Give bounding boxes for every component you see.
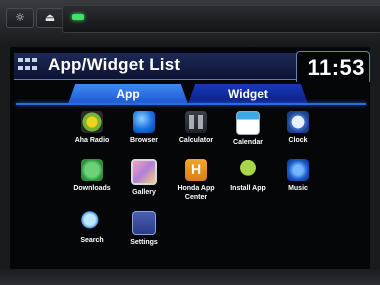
calculator-icon xyxy=(185,111,207,133)
calendar-icon xyxy=(236,111,260,135)
tab-widget[interactable]: Widget xyxy=(188,84,308,104)
honda-app-center-icon xyxy=(185,159,207,181)
eject-button[interactable]: ⏏ xyxy=(36,8,64,28)
app-label: Honda App Center xyxy=(177,185,215,201)
install-app-icon xyxy=(237,159,259,181)
page-title: App/Widget List xyxy=(48,55,181,74)
app-label: Music xyxy=(288,185,308,192)
app-grid: Aha Radio Browser Calculator Calendar Cl… xyxy=(68,107,368,257)
app-label: Calculator xyxy=(178,137,214,144)
app-gallery[interactable]: Gallery xyxy=(120,159,168,197)
status-led xyxy=(72,14,84,20)
app-label: Search xyxy=(80,237,104,244)
gallery-icon xyxy=(131,159,157,185)
display-screen: App/Widget List 11:53 App Widget Aha Rad… xyxy=(10,47,370,269)
app-browser[interactable]: Browser xyxy=(120,111,168,145)
downloads-icon xyxy=(81,159,103,181)
app-clock[interactable]: Clock xyxy=(274,111,322,145)
clock-icon xyxy=(287,111,309,133)
app-install-app[interactable]: Install App xyxy=(224,159,272,193)
app-search[interactable]: Search xyxy=(68,211,116,245)
brightness-icon: ☼ xyxy=(15,11,25,24)
grid-menu-icon[interactable] xyxy=(18,58,38,72)
disc-slot xyxy=(62,5,380,33)
app-label: Gallery xyxy=(132,189,156,196)
app-label: Downloads xyxy=(73,185,111,192)
app-label: Browser xyxy=(129,137,158,144)
app-downloads[interactable]: Downloads xyxy=(68,159,116,193)
app-label: Calendar xyxy=(233,139,263,146)
tab-app[interactable]: App xyxy=(68,84,188,104)
app-honda-app-center[interactable]: Honda App Center xyxy=(172,159,220,202)
app-settings[interactable]: Settings xyxy=(120,211,168,247)
title-bar: App/Widget List xyxy=(14,53,304,80)
app-calculator[interactable]: Calculator xyxy=(172,111,220,145)
search-icon xyxy=(81,211,103,233)
eject-icon: ⏏ xyxy=(44,11,56,24)
app-aha-radio[interactable]: Aha Radio xyxy=(68,111,116,145)
tab-underline xyxy=(16,103,366,105)
aha-radio-icon xyxy=(81,111,103,133)
device-bezel-top: ☼ ⏏ xyxy=(0,0,380,44)
browser-icon xyxy=(133,111,155,133)
header: App/Widget List 11:53 xyxy=(14,51,370,82)
app-label: Clock xyxy=(288,137,308,144)
device-bezel-bottom xyxy=(0,269,380,285)
clock-frame: 11:53 xyxy=(296,51,370,82)
app-label: Install App xyxy=(230,185,266,192)
brightness-button[interactable]: ☼ xyxy=(6,8,34,28)
app-label: Settings xyxy=(130,239,158,246)
app-label: Aha Radio xyxy=(74,137,110,144)
app-music[interactable]: Music xyxy=(274,159,322,193)
music-icon xyxy=(287,159,309,181)
app-calendar[interactable]: Calendar xyxy=(224,111,272,147)
settings-icon xyxy=(132,211,156,235)
clock-time: 11:53 xyxy=(307,55,365,80)
